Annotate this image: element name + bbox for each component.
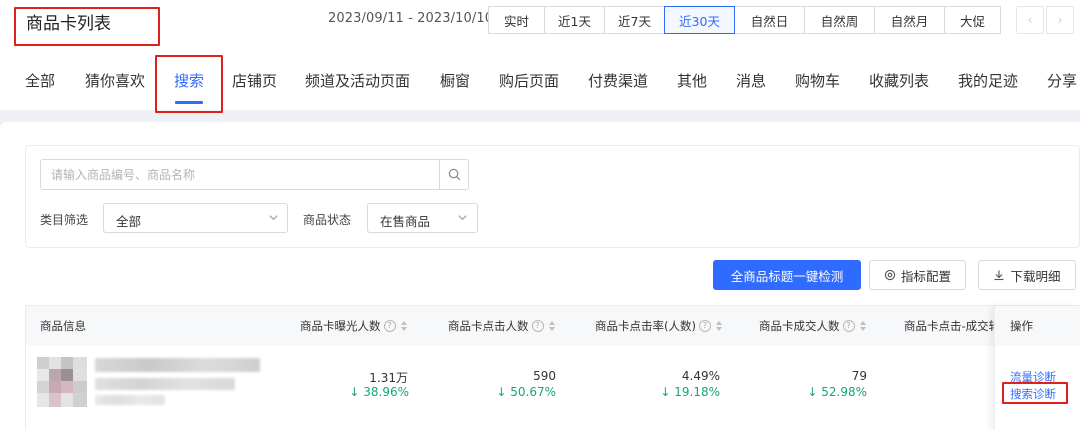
- tab-guess-you-like[interactable]: 猜你喜欢: [85, 70, 145, 91]
- sort-icon[interactable]: [715, 321, 722, 331]
- th-operation-label: 操作: [1010, 319, 1033, 333]
- th-deals[interactable]: 商品卡成交人数 ?: [759, 318, 866, 334]
- status-filter-label: 商品状态: [303, 213, 352, 227]
- tab-all[interactable]: 全部: [25, 70, 55, 91]
- metric-config-button[interactable]: 指标配置: [869, 260, 966, 290]
- help-icon[interactable]: ?: [698, 320, 711, 332]
- chevron-left-icon: ‹: [1027, 13, 1033, 27]
- th-ctr[interactable]: 商品卡点击率(人数) ?: [595, 318, 722, 334]
- gear-icon: [884, 269, 896, 281]
- th-click-deal-rate[interactable]: 商品卡点击-成交转: [904, 318, 1000, 334]
- cell-deals: 79: [851, 369, 867, 383]
- date-range-buttons: 实时 近1天 近7天 近30天 自然日 自然周 自然月 大促: [488, 6, 1001, 34]
- status-select-value: 在售商品: [380, 214, 431, 229]
- th-operation: 操作: [1010, 318, 1033, 334]
- page-title: 商品卡列表: [26, 14, 111, 34]
- search-button[interactable]: [439, 160, 469, 189]
- operation-header-bg: [995, 306, 1080, 346]
- cell-clicks: 590: [533, 369, 556, 383]
- metric-config-label: 指标配置: [900, 268, 951, 284]
- date-range: 2023/09/11 - 2023/10/10: [328, 11, 494, 26]
- th-exposure-label: 商品卡曝光人数: [300, 319, 381, 333]
- cell-deals-delta: ↓ 52.98%: [807, 385, 867, 399]
- range-btn-natural-day[interactable]: 自然日: [734, 6, 805, 34]
- tab-other[interactable]: 其他: [677, 70, 707, 91]
- tab-channel-activity[interactable]: 频道及活动页面: [305, 70, 410, 91]
- tab-paid-channel[interactable]: 付费渠道: [588, 70, 648, 91]
- th-exposure[interactable]: 商品卡曝光人数 ?: [300, 318, 407, 334]
- tab-messages[interactable]: 消息: [736, 70, 766, 91]
- active-tab-indicator: [175, 101, 203, 104]
- range-btn-7d[interactable]: 近7天: [604, 6, 665, 34]
- th-ctr-label: 商品卡点击率(人数): [595, 319, 696, 333]
- product-title-blurred: [95, 358, 260, 372]
- cell-exposure-delta: ↓ 38.96%: [349, 385, 409, 399]
- download-label: 下载明细: [1010, 268, 1061, 284]
- cell-exposure: 1.31万: [369, 371, 408, 385]
- channel-tabs: 全部 猜你喜欢 搜索 店铺页 频道及活动页面 橱窗 购后页面 付费渠道 其他 消…: [0, 70, 1080, 98]
- search-icon: [448, 168, 461, 181]
- product-thumbnail: [37, 357, 87, 407]
- th-product-info: 商品信息: [40, 318, 86, 334]
- download-icon: [994, 270, 1004, 281]
- cell-ctr: 4.49%: [681, 369, 720, 383]
- tab-search[interactable]: 搜索: [174, 70, 204, 91]
- check-titles-button[interactable]: 全商品标题一键检测: [713, 260, 861, 290]
- tab-cart[interactable]: 购物车: [795, 70, 840, 91]
- sort-icon[interactable]: [859, 321, 866, 331]
- range-btn-30d[interactable]: 近30天: [664, 6, 735, 34]
- help-icon[interactable]: ?: [531, 320, 544, 332]
- operation-column: [994, 306, 1080, 430]
- th-deals-label: 商品卡成交人数: [759, 319, 840, 333]
- category-select[interactable]: 全部: [103, 203, 288, 233]
- cell-clicks-delta: ↓ 50.67%: [496, 385, 556, 399]
- prev-arrow-button[interactable]: ‹: [1016, 6, 1044, 34]
- product-id-blurred: [95, 395, 165, 405]
- tab-share[interactable]: 分享: [1047, 70, 1077, 91]
- help-icon[interactable]: ?: [842, 320, 855, 332]
- cell-ctr-delta: ↓ 19.18%: [660, 385, 720, 399]
- range-btn-promo[interactable]: 大促: [944, 6, 1001, 34]
- sort-icon[interactable]: [548, 321, 555, 331]
- sort-icon[interactable]: [400, 321, 407, 331]
- range-btn-realtime[interactable]: 实时: [488, 6, 545, 34]
- range-btn-natural-month[interactable]: 自然月: [874, 6, 945, 34]
- range-btn-natural-week[interactable]: 自然周: [804, 6, 875, 34]
- search-input[interactable]: [41, 160, 439, 189]
- chevron-down-icon: [458, 215, 467, 221]
- th-clicks[interactable]: 商品卡点击人数 ?: [448, 318, 555, 334]
- search-box: [40, 159, 469, 190]
- tab-after-purchase[interactable]: 购后页面: [499, 70, 559, 91]
- category-filter-label: 类目筛选: [40, 213, 89, 227]
- next-arrow-button[interactable]: ›: [1046, 6, 1074, 34]
- range-btn-1d[interactable]: 近1天: [544, 6, 605, 34]
- help-icon[interactable]: ?: [383, 320, 396, 332]
- tab-footprint[interactable]: 我的足迹: [958, 70, 1018, 91]
- traffic-diagnosis-link[interactable]: 流量诊断: [1010, 369, 1056, 385]
- tab-favorites[interactable]: 收藏列表: [869, 70, 929, 91]
- tab-showcase[interactable]: 橱窗: [440, 70, 470, 91]
- chevron-right-icon: ›: [1057, 13, 1063, 27]
- status-select[interactable]: 在售商品: [367, 203, 478, 233]
- search-diagnosis-link[interactable]: 搜索诊断: [1010, 386, 1056, 402]
- th-clicks-label: 商品卡点击人数: [448, 319, 529, 333]
- th-product-info-label: 商品信息: [40, 319, 86, 333]
- chevron-down-icon: [269, 215, 278, 221]
- product-subtitle-blurred: [95, 378, 235, 390]
- th-click-deal-label: 商品卡点击-成交转: [904, 319, 1001, 333]
- download-button[interactable]: 下载明细: [978, 260, 1076, 290]
- category-select-value: 全部: [116, 214, 142, 229]
- tab-store-page[interactable]: 店铺页: [232, 70, 277, 91]
